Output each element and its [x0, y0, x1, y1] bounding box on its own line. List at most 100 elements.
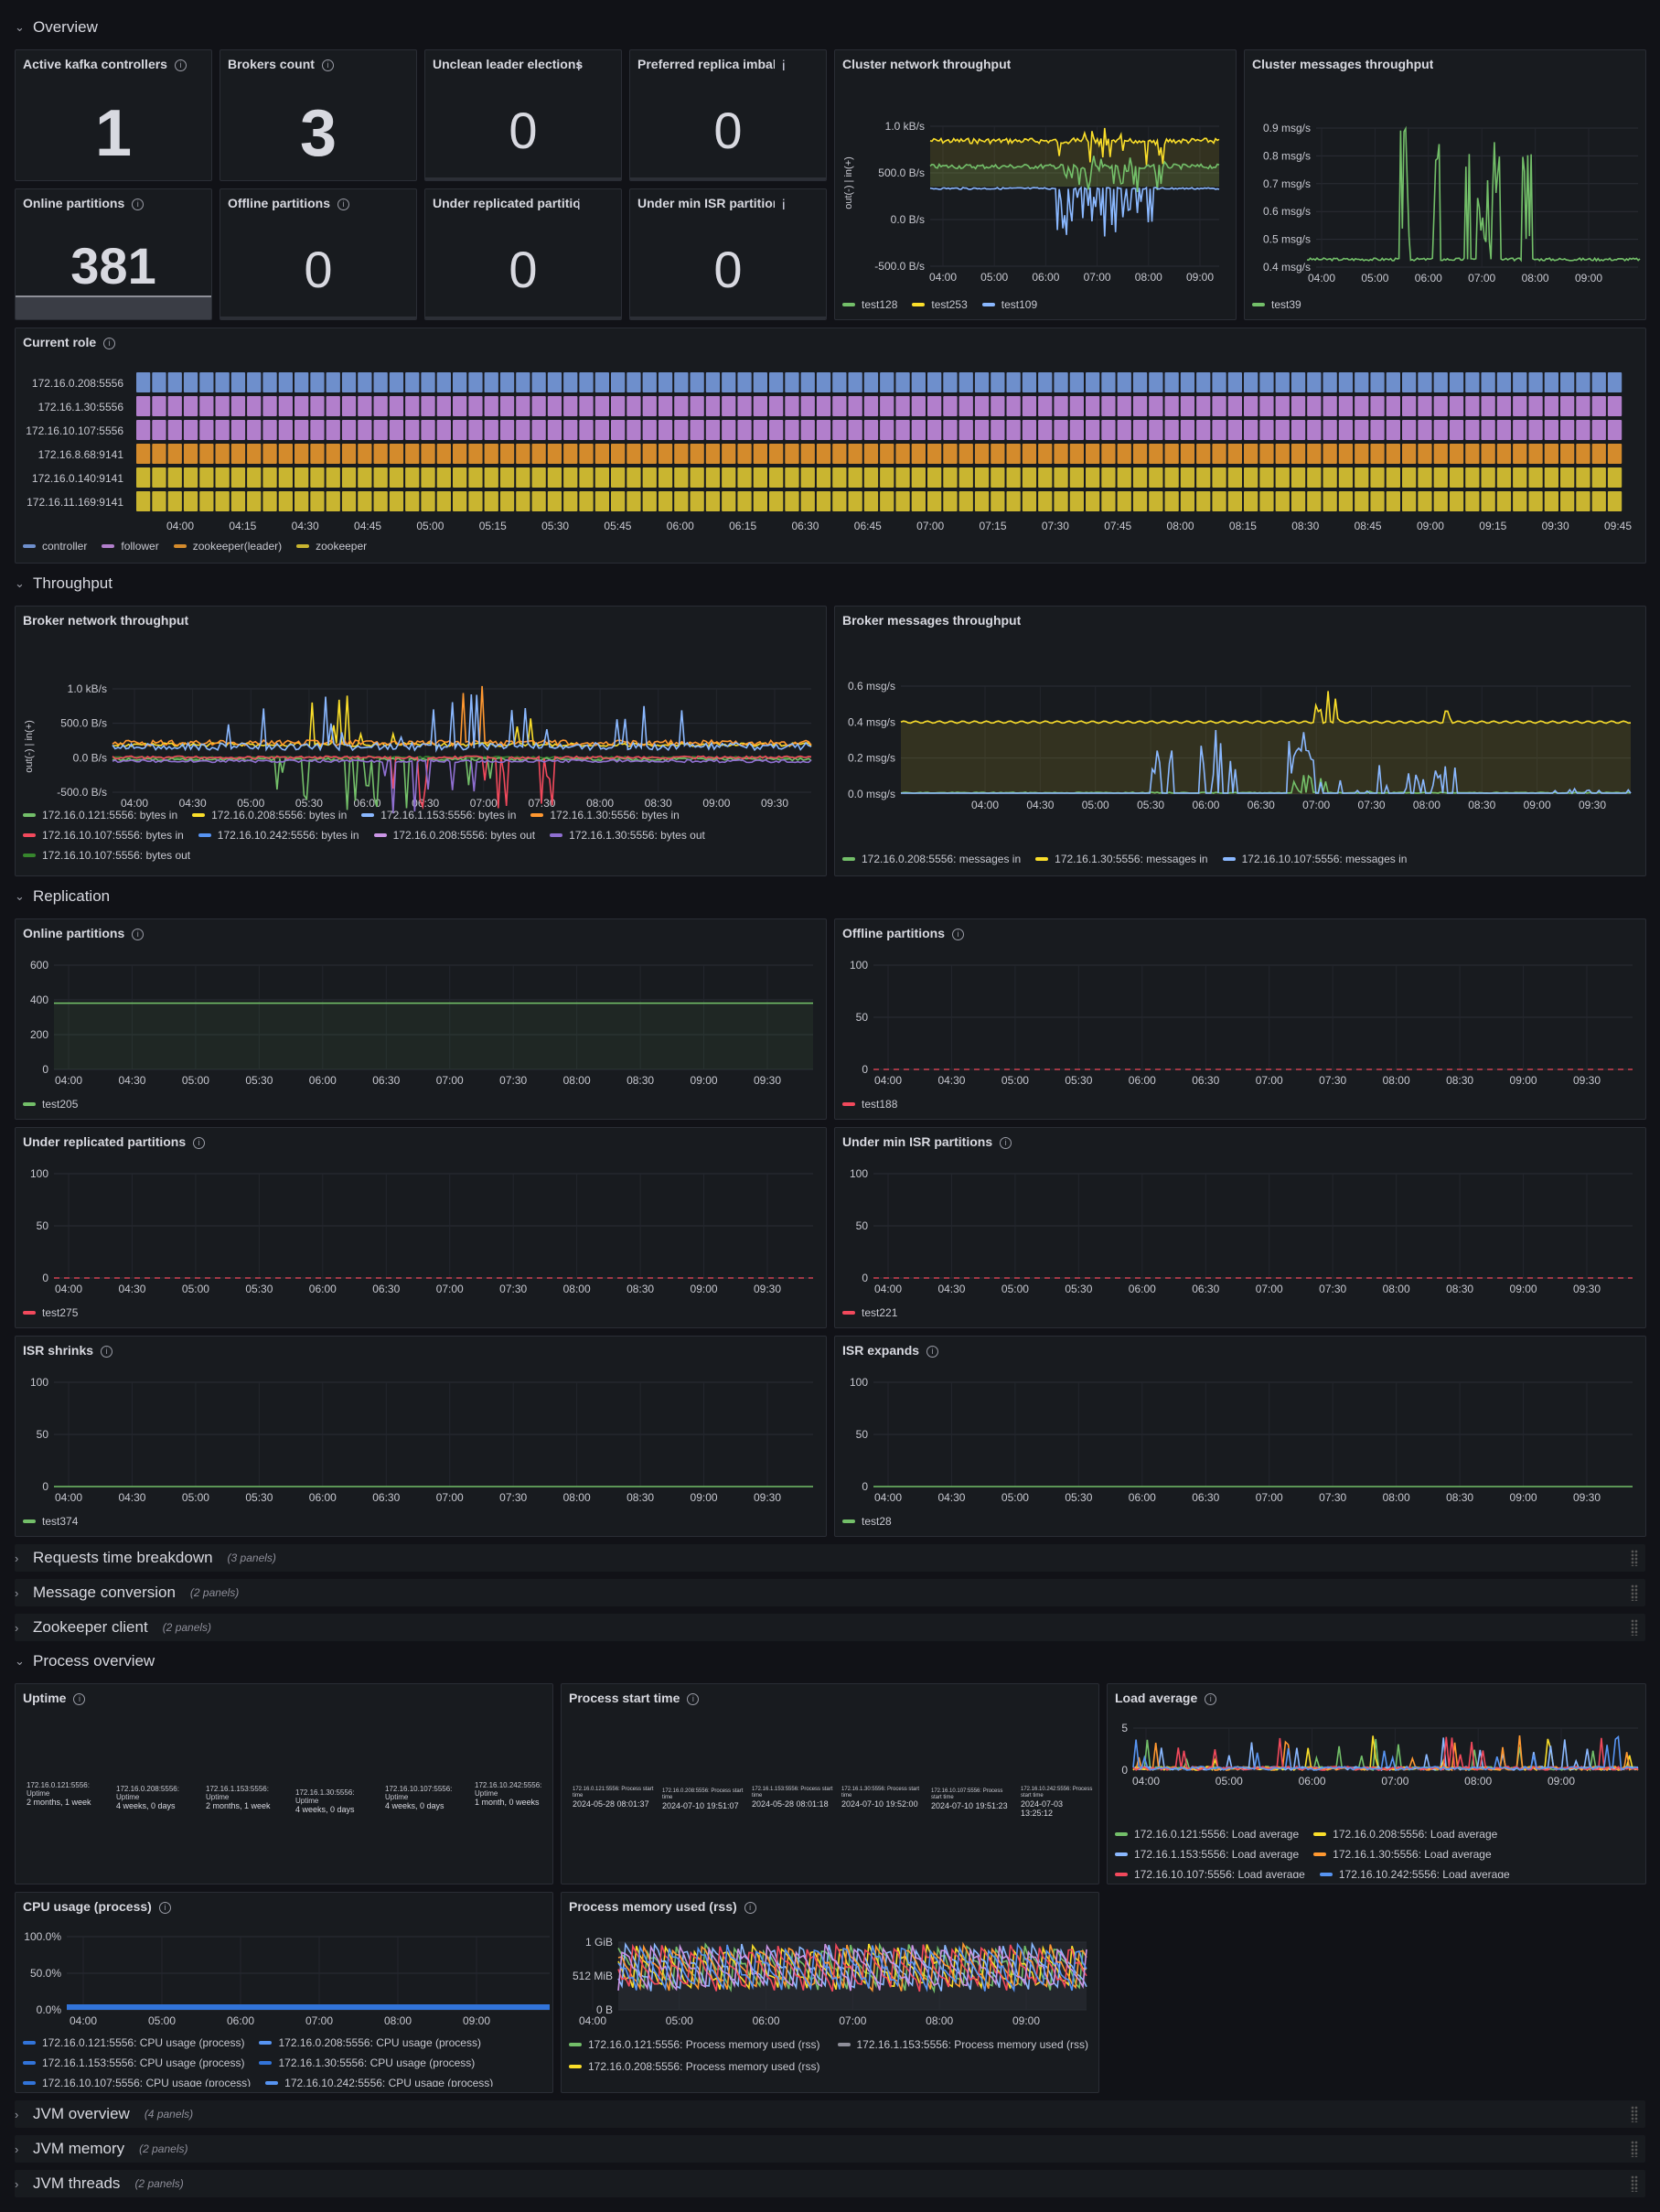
- drag-handle-icon[interactable]: [1631, 1550, 1638, 1566]
- row-process-overview[interactable]: ⌄ Process overview: [15, 1648, 1645, 1675]
- info-icon[interactable]: i: [577, 198, 581, 214]
- info-icon[interactable]: i: [952, 929, 964, 940]
- legend-item[interactable]: 172.16.1.30:5556: bytes out: [550, 828, 705, 843]
- drag-handle-icon[interactable]: [1631, 1584, 1638, 1601]
- legend-item[interactable]: 172.16.1.30:5556: bytes in: [530, 808, 680, 822]
- legend-item[interactable]: 172.16.0.121:5556: CPU usage (process): [23, 2035, 244, 2050]
- legend-item[interactable]: 172.16.10.107:5556: messages in: [1222, 852, 1407, 866]
- drag-handle-icon[interactable]: [1631, 2106, 1638, 2122]
- info-icon[interactable]: i: [321, 59, 334, 71]
- panel-under-min-isr-partitions[interactable]: Under min ISR partitions i 100 50 0 04:00 04:3…: [834, 1127, 1646, 1328]
- legend-item[interactable]: test28: [842, 1514, 892, 1529]
- info-icon[interactable]: i: [1205, 1693, 1217, 1705]
- info-icon[interactable]: i: [782, 59, 786, 75]
- panel-current-role[interactable]: Current role i 172.16.0.208:5556 172.16.1.…: [15, 328, 1646, 564]
- panel-under-replicated-partitions[interactable]: Under replicated partitions i 100 50 0 04:00 0…: [15, 1127, 827, 1328]
- info-icon[interactable]: i: [1000, 1137, 1012, 1149]
- info-icon[interactable]: i: [73, 1693, 86, 1705]
- drag-handle-icon[interactable]: [1631, 2175, 1638, 2192]
- legend-item[interactable]: 172.16.10.242:5556: bytes in: [198, 828, 359, 843]
- legend-item[interactable]: follower: [102, 539, 159, 553]
- legend-item[interactable]: 172.16.10.242:5556: CPU usage (process): [265, 2076, 493, 2087]
- legend-item[interactable]: 172.16.1.153:5556: bytes in: [361, 808, 516, 822]
- legend-item[interactable]: 172.16.0.208:5556: bytes in: [192, 808, 347, 822]
- legend-item[interactable]: test253: [912, 297, 968, 312]
- legend-item[interactable]: controller: [23, 539, 87, 553]
- row-jvm-memory[interactable]: › JVM memory (2 panels): [15, 2135, 1645, 2163]
- legend-item[interactable]: test109: [981, 297, 1037, 312]
- drag-handle-icon[interactable]: [1631, 1619, 1638, 1636]
- panel-uptime[interactable]: Uptime i 172.16.0.121:5556: Uptime 2 month…: [15, 1683, 553, 1884]
- stat-offline-partitions[interactable]: Offline partitions i 0: [220, 188, 417, 320]
- legend-item[interactable]: test275: [23, 1305, 78, 1320]
- info-icon[interactable]: i: [782, 198, 786, 214]
- panel-offline-partitions[interactable]: Offline partitions i 100 50 0 04:00 04:30 05:00…: [834, 918, 1646, 1120]
- stat-under-replicated[interactable]: Under replicated partitionsi 0: [424, 188, 622, 320]
- stat-unclean-leader-elections[interactable]: Unclean leader elections i 0: [424, 49, 622, 181]
- panel-cpu-usage[interactable]: CPU usage (process) i 100.0% 50.0% 0.0% 04:0…: [15, 1892, 553, 2093]
- legend-item[interactable]: 172.16.0.121:5556: Load average: [1115, 1827, 1299, 1842]
- legend-item[interactable]: 172.16.1.153:5556: CPU usage (process): [23, 2056, 244, 2070]
- panel-process-memory[interactable]: Process memory used (rss) i 1 GiB 512 MiB 0…: [561, 1892, 1099, 2093]
- legend-item[interactable]: 172.16.10.242:5556: Load average: [1319, 1867, 1510, 1878]
- legend-item[interactable]: test221: [842, 1305, 897, 1320]
- stat-preferred-replica-imbalance[interactable]: Preferred replica imbalance i 0: [629, 49, 827, 181]
- legend-item[interactable]: 172.16.10.107:5556: CPU usage (process): [23, 2076, 251, 2087]
- info-icon[interactable]: i: [101, 1346, 113, 1358]
- panel-isr-shrinks[interactable]: ISR shrinks i 100 50 0 04:00 04:30 05:00 05:30 06…: [15, 1336, 827, 1537]
- info-icon[interactable]: i: [687, 1693, 700, 1705]
- legend-item[interactable]: zookeeper(leader): [173, 539, 282, 553]
- panel-broker-network-throughput[interactable]: Broker network throughput 1.0 kB/s 500.0 …: [15, 606, 827, 876]
- info-icon[interactable]: i: [103, 338, 116, 349]
- panel-isr-expands[interactable]: ISR expands i 100 50 0 04:00 04:30 05:00 05:30 06…: [834, 1336, 1646, 1537]
- legend-item[interactable]: test205: [23, 1097, 78, 1111]
- info-icon[interactable]: i: [193, 1137, 206, 1149]
- legend-item[interactable]: 172.16.10.107:5556: bytes out: [23, 848, 190, 863]
- stat-online-partitions[interactable]: Online partitions i 381: [15, 188, 212, 320]
- info-icon[interactable]: i: [158, 1902, 171, 1914]
- stat-under-min-isr[interactable]: Under min ISR partitions i 0: [629, 188, 827, 320]
- legend-item[interactable]: 172.16.0.208:5556: CPU usage (process): [259, 2035, 481, 2050]
- info-icon[interactable]: i: [577, 59, 581, 75]
- row-message-conversion[interactable]: › Message conversion (2 panels): [15, 1579, 1645, 1606]
- legend-item[interactable]: 172.16.1.153:5556: Load average: [1115, 1847, 1299, 1862]
- legend-item[interactable]: 172.16.10.107:5556: Load average: [1115, 1867, 1305, 1878]
- panel-process-start-time[interactable]: Process start time i 172.16.0.121:5556: P…: [561, 1683, 1099, 1884]
- row-jvm-overview[interactable]: › JVM overview (4 panels): [15, 2100, 1645, 2128]
- info-icon[interactable]: i: [132, 199, 145, 210]
- info-icon[interactable]: i: [926, 1346, 939, 1358]
- legend-item[interactable]: 172.16.10.107:5556: bytes in: [23, 828, 184, 843]
- legend-item[interactable]: 172.16.0.121:5556: bytes in: [23, 808, 177, 822]
- panel-broker-messages-throughput[interactable]: Broker messages throughput 0.6 msg/s 0.4 …: [834, 606, 1646, 876]
- row-replication[interactable]: ⌄ Replication: [15, 883, 1645, 910]
- legend-item[interactable]: 172.16.0.121:5556: Process memory used (…: [569, 2037, 823, 2052]
- row-jvm-threads[interactable]: › JVM threads (2 panels): [15, 2170, 1645, 2197]
- info-icon[interactable]: i: [337, 199, 349, 210]
- legend-item[interactable]: test374: [23, 1514, 78, 1529]
- panel-cluster-network-throughput[interactable]: Cluster network throughput 1.0 kB/s 500.0…: [834, 49, 1237, 320]
- legend-item[interactable]: 172.16.0.208:5556: messages in: [842, 852, 1021, 866]
- row-requests-time-breakdown[interactable]: › Requests time breakdown (3 panels): [15, 1544, 1645, 1572]
- legend-item[interactable]: 172.16.0.208:5556: Load average: [1313, 1827, 1497, 1842]
- legend-item[interactable]: test128: [842, 297, 897, 312]
- legend-item[interactable]: 172.16.0.208:5556: Process memory used (…: [569, 2059, 823, 2074]
- stat-active-controllers[interactable]: Active kafka controllers i 1: [15, 49, 212, 181]
- legend-item[interactable]: test39: [1252, 297, 1301, 312]
- panel-online-partitions[interactable]: Online partitions i 600 400 200 0 04:00 04:30 05…: [15, 918, 827, 1120]
- row-throughput[interactable]: ⌄ Throughput: [15, 570, 1645, 597]
- row-zookeeper-client[interactable]: › Zookeeper client (2 panels): [15, 1614, 1645, 1641]
- legend-item[interactable]: 172.16.1.30:5556: CPU usage (process): [259, 2056, 475, 2070]
- panel-load-average[interactable]: Load average i 5 0 04:00 05:00 06:00 07:00 08:0…: [1107, 1683, 1646, 1884]
- info-icon[interactable]: i: [744, 1902, 756, 1914]
- info-icon[interactable]: i: [174, 59, 187, 71]
- legend-item[interactable]: zookeeper: [296, 539, 367, 553]
- drag-handle-icon[interactable]: [1631, 2141, 1638, 2157]
- legend-item[interactable]: 172.16.1.30:5556: messages in: [1035, 852, 1208, 866]
- legend-item[interactable]: 172.16.1.30:5556: Load average: [1313, 1847, 1492, 1862]
- stat-brokers-count[interactable]: Brokers count i 3: [220, 49, 417, 181]
- panel-cluster-messages-throughput[interactable]: Cluster messages throughput 0.9 msg/s 0.8…: [1244, 49, 1646, 320]
- legend-item[interactable]: 172.16.1.153:5556: Process memory used (…: [837, 2037, 1092, 2052]
- info-icon[interactable]: i: [132, 929, 145, 940]
- legend-item[interactable]: test188: [842, 1097, 897, 1111]
- legend-item[interactable]: 172.16.0.208:5556: bytes out: [373, 828, 535, 843]
